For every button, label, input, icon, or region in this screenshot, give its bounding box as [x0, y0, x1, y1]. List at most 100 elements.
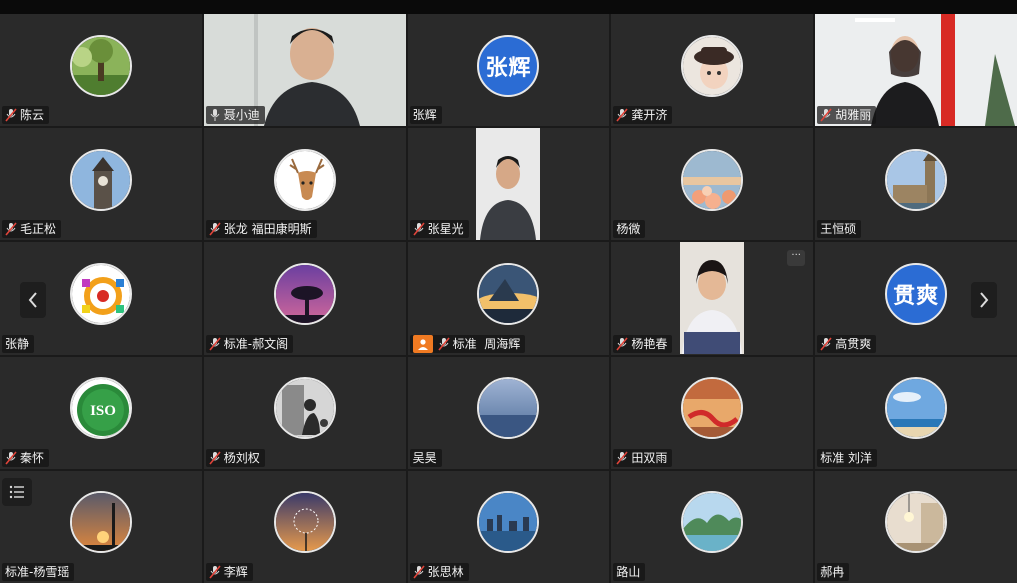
participant-tile[interactable]: ISO 秦怀: [0, 356, 202, 469]
lamp-room-icon: [887, 493, 946, 552]
person-video-icon: [476, 128, 541, 241]
participant-name-tag: 杨艳春: [613, 334, 673, 353]
tree-silhouette-icon: [275, 265, 334, 323]
participant-name: 田双雨: [631, 450, 668, 465]
avatar: [69, 263, 132, 325]
participant-name-tag: 高贯爽: [817, 334, 877, 353]
participant-tile[interactable]: 胡雅丽: [815, 14, 1017, 127]
avatar: [477, 491, 540, 554]
participant-list-button[interactable]: [2, 478, 32, 506]
avatar: [885, 491, 948, 554]
deer-head-icon: [275, 150, 334, 209]
participant-name-tag: 胡雅丽: [817, 106, 877, 125]
next-page-button[interactable]: [971, 282, 997, 318]
mic-muted-icon: [820, 108, 832, 122]
participant-tile[interactable]: 张辉 张辉: [407, 14, 610, 127]
mic-muted-icon: [209, 451, 221, 465]
flowers-sunset-icon: [683, 150, 742, 209]
participant-name: 张龙 福田康明斯: [223, 222, 312, 237]
avatar-text: 贯爽: [885, 263, 948, 325]
participant-tile[interactable]: 陈云: [0, 14, 202, 127]
more-options-button[interactable]: ···: [787, 250, 806, 267]
dandelion-icon: [275, 493, 334, 552]
participant-tile[interactable]: 杨刘权: [203, 356, 406, 469]
mic-muted-icon: [616, 451, 629, 465]
participant-name-tag: 张思林: [409, 562, 469, 581]
camera-video: [680, 242, 745, 355]
child-portrait-icon: [683, 36, 742, 95]
participant-name-tag: 郝冉: [817, 562, 850, 581]
participant-tile[interactable]: 杨微: [611, 128, 814, 241]
participant-name: 标准-郝文阁: [223, 336, 289, 351]
participant-name: 秦怀: [20, 450, 45, 465]
participant-name: 杨艳春: [631, 336, 668, 351]
participant-tile[interactable]: 郝冉: [815, 470, 1017, 583]
participant-tile[interactable]: 毛正松: [0, 128, 202, 241]
participant-tile[interactable]: 李辉: [203, 470, 406, 583]
participant-name: 吴昊: [412, 450, 437, 465]
participant-name: 张思林: [427, 564, 464, 579]
participant-name-tag: 张辉: [409, 106, 442, 125]
participant-tile[interactable]: 龚开济: [611, 14, 814, 127]
list-menu-icon: [9, 485, 24, 499]
participant-name-tag: 杨微: [613, 220, 646, 239]
mountain-clouds-icon: [479, 265, 538, 323]
mic-muted-icon: [616, 108, 629, 122]
participant-tile[interactable]: 路山: [611, 470, 814, 583]
avatar: [477, 377, 540, 440]
iso-badge-icon: ISO: [71, 379, 130, 438]
video-grid: 陈云 聂小迪 张辉 张辉 龚开济 胡雅丽 毛正松 张龙 福田康明斯 张星光 杨微…: [0, 14, 1017, 583]
tree-photo-icon: [71, 36, 130, 95]
avatar: [69, 491, 132, 554]
participant-tile[interactable]: ··· 杨艳春: [611, 242, 814, 355]
avatar: [273, 377, 336, 440]
participant-tile[interactable]: 张龙 福田康明斯: [203, 128, 406, 241]
participant-tile[interactable]: 王恒硕: [815, 128, 1017, 241]
mic-muted-icon: [209, 565, 221, 579]
participant-tile[interactable]: 张星光: [407, 128, 610, 241]
participant-name: 杨刘权: [223, 450, 260, 465]
participant-name: 标准 刘洋: [820, 450, 873, 465]
participant-name: 陈云: [20, 108, 45, 123]
avatar: [69, 148, 132, 211]
participant-name: 张静: [5, 336, 30, 351]
participant-tile-speaking[interactable]: 聂小迪: [203, 14, 406, 127]
camera-video: [476, 128, 541, 241]
avatar-text: 张辉: [477, 34, 540, 97]
participant-name: 标准 周海辉: [452, 336, 521, 351]
participant-name-tag: 标准 周海辉: [409, 334, 526, 353]
participant-name: 张星光: [427, 222, 464, 237]
participant-name: 标准-杨雪瑶: [5, 564, 70, 579]
participant-name-tag: 标准-杨雪瑶: [2, 562, 75, 581]
participant-tile[interactable]: 田双雨: [611, 356, 814, 469]
participant-name-tag: 陈云: [2, 106, 50, 125]
participant-name-tag: 龚开济: [613, 106, 673, 125]
participant-tile[interactable]: 标准 周海辉: [407, 242, 610, 355]
mic-muted-icon: [412, 222, 425, 236]
participant-name-tag: 张星光: [409, 220, 469, 239]
clock-tower-icon: [71, 150, 130, 209]
sunset-ribbon-icon: [683, 379, 742, 438]
participant-name-tag: 聂小迪: [205, 106, 265, 125]
mic-muted-icon: [5, 451, 17, 465]
beach-sky-icon: [887, 379, 946, 438]
mic-muted-icon: [5, 222, 17, 236]
bw-photo-icon: [275, 379, 334, 438]
participant-name-tag: 吴昊: [409, 448, 442, 467]
mic-muted-icon: [209, 222, 221, 236]
chevron-right-icon: [980, 292, 989, 308]
participant-name: 杨微: [616, 222, 641, 237]
sea-horizon-icon: [479, 379, 538, 438]
participant-tile[interactable]: 标准 刘洋: [815, 356, 1017, 469]
participant-tile[interactable]: 吴昊: [407, 356, 610, 469]
participant-tile[interactable]: 标准-郝文阁: [203, 242, 406, 355]
avatar: [681, 491, 744, 554]
participant-name: 毛正松: [20, 222, 57, 237]
iso-text: ISO: [90, 403, 116, 419]
previous-page-button[interactable]: [20, 282, 46, 318]
city-lake-icon: [479, 493, 538, 552]
avatar: [885, 377, 948, 440]
top-bar: [0, 0, 1017, 14]
participant-tile[interactable]: 张思林: [407, 470, 610, 583]
participant-name-tag: 王恒硕: [817, 220, 862, 239]
